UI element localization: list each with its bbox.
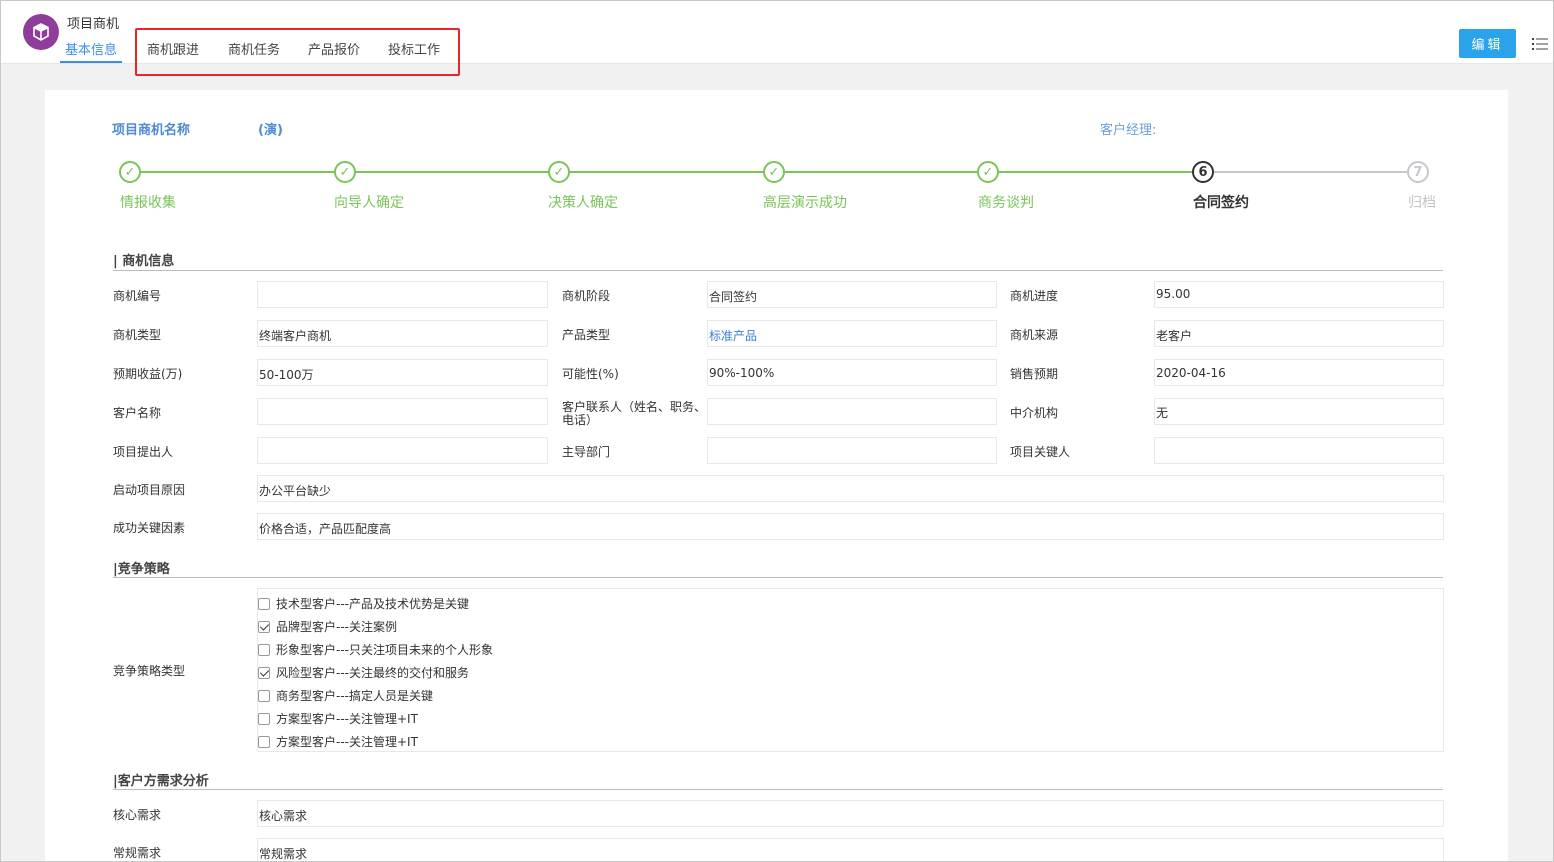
step-label: 决策人确定 [548, 195, 618, 211]
strategy-option[interactable]: 形象型客户---只关注项目未来的个人形象 [258, 641, 493, 658]
option-label: 形象型客户---只关注项目未来的个人形象 [276, 643, 493, 657]
field-label: 核心需求 [113, 808, 162, 822]
step-label: 商务谈判 [978, 195, 1034, 211]
product-type-link[interactable]: 标准产品 [707, 320, 997, 347]
field-label: 常规需求 [113, 846, 162, 860]
key-person-field[interactable] [1154, 437, 1444, 464]
section-title-info: | 商机信息 [113, 254, 175, 269]
strategy-option[interactable]: 技术型客户---产品及技术优势是关键 [258, 595, 469, 612]
section-title-strategy: |竞争策略 [113, 562, 170, 577]
possibility-field[interactable]: 90%-100% [707, 359, 997, 386]
field-label: 可能性(%) [562, 367, 619, 381]
checkbox-checked[interactable] [258, 620, 270, 633]
step-5-check-icon: ✓ [977, 161, 999, 183]
strategy-option[interactable]: 方案型客户---关注管理+IT [258, 733, 418, 750]
option-label: 方案型客户---关注管理+IT [276, 735, 418, 749]
checkbox[interactable] [258, 735, 270, 748]
progress-field[interactable]: 95.00 [1154, 281, 1444, 308]
contact-field[interactable] [707, 398, 997, 425]
step-6-number: 6 [1192, 161, 1214, 183]
strategy-option[interactable]: 品牌型客户---关注案例 [258, 618, 397, 635]
success-factor-field[interactable]: 价格合适，产品匹配度高 [257, 513, 1444, 540]
section-divider [113, 270, 1443, 271]
field-label: 中介机构 [1010, 406, 1059, 420]
project-name-label: 项目商机名称 [112, 123, 191, 138]
field-label: 客户名称 [113, 406, 162, 420]
stage-field[interactable]: 合同签约 [707, 281, 997, 308]
section-divider [113, 789, 1443, 790]
option-label: 品牌型客户---关注案例 [276, 620, 397, 634]
checkbox[interactable] [258, 597, 270, 610]
checkbox[interactable] [258, 689, 270, 702]
biz-no-field[interactable] [257, 281, 548, 308]
step-3-check-icon: ✓ [548, 161, 570, 183]
option-label: 商务型客户---搞定人员是关键 [276, 689, 433, 703]
field-label-contact: 客户联系人（姓名、职务、 [562, 400, 707, 414]
step-label: 情报收集 [120, 195, 176, 211]
list-menu-icon[interactable] [1532, 37, 1548, 51]
reason-field[interactable]: 办公平台缺少 [257, 475, 1444, 502]
field-label: 项目提出人 [113, 445, 174, 459]
edit-button[interactable]: 编辑 [1459, 29, 1516, 58]
checkbox-checked[interactable] [258, 666, 270, 679]
field-label: 项目关键人 [1010, 445, 1071, 459]
tab-basic-info[interactable]: 基本信息 [60, 39, 122, 63]
field-label: 主导部门 [562, 445, 611, 459]
option-label: 技术型客户---产品及技术优势是关键 [276, 597, 469, 611]
step-label: 高层演示成功 [763, 195, 847, 211]
step-7-number: 7 [1407, 161, 1429, 183]
option-label: 方案型客户---关注管理+IT [276, 712, 418, 726]
strategy-option[interactable]: 商务型客户---搞定人员是关键 [258, 687, 433, 704]
department-field[interactable] [707, 437, 997, 464]
option-label: 风险型客户---关注最终的交付和服务 [276, 666, 469, 680]
manager-label: 客户经理: [1100, 123, 1157, 138]
field-label: 启动项目原因 [113, 483, 186, 497]
step-2-check-icon: ✓ [334, 161, 356, 183]
stepper-progress-line [141, 171, 1193, 173]
field-label: 竞争策略类型 [113, 664, 186, 678]
step-label-current: 合同签约 [1193, 195, 1249, 211]
proposer-field[interactable] [257, 437, 548, 464]
step-label: 向导人确定 [334, 195, 404, 211]
field-label: 商机编号 [113, 289, 162, 303]
tab-quote[interactable]: 产品报价 [308, 39, 360, 58]
step-1-check-icon: ✓ [119, 161, 141, 183]
normal-needs-field[interactable]: 常规需求 [257, 838, 1444, 862]
stepper-remaining-line [1214, 171, 1407, 173]
field-label: 预期收益(万) [113, 367, 183, 381]
field-label: 销售预期 [1010, 367, 1059, 381]
field-label-contact-line2: 电话） [562, 413, 599, 427]
field-label: 商机来源 [1010, 328, 1059, 342]
field-label: 产品类型 [562, 328, 611, 342]
revenue-field[interactable]: 50-100万 [257, 359, 548, 386]
app-title: 项目商机 [67, 17, 120, 32]
step-label: 归档 [1408, 195, 1436, 211]
customer-field[interactable] [257, 398, 548, 425]
top-header: 项目商机 基本信息 商机跟进 商机任务 产品报价 投标工作 编辑 [0, 0, 1554, 76]
project-name-value: (演) [258, 123, 283, 138]
tab-tasks[interactable]: 商机任务 [228, 39, 280, 58]
strategy-option[interactable]: 风险型客户---关注最终的交付和服务 [258, 664, 469, 681]
field-label: 商机类型 [113, 328, 162, 342]
source-field[interactable]: 老客户 [1154, 320, 1444, 347]
checkbox[interactable] [258, 643, 270, 656]
tab-followup[interactable]: 商机跟进 [147, 39, 199, 58]
sales-date-field[interactable]: 2020-04-16 [1154, 359, 1444, 386]
step-4-check-icon: ✓ [763, 161, 785, 183]
tab-bidding[interactable]: 投标工作 [388, 39, 440, 58]
field-label: 商机进度 [1010, 289, 1059, 303]
field-label: 成功关键因素 [113, 521, 186, 535]
biz-type-field[interactable]: 终端客户商机 [257, 320, 548, 347]
agency-field[interactable]: 无 [1154, 398, 1444, 425]
checkbox[interactable] [258, 712, 270, 725]
section-title-needs: |客户方需求分析 [113, 774, 209, 789]
core-needs-field[interactable]: 核心需求 [257, 800, 1444, 827]
field-label: 商机阶段 [562, 289, 611, 303]
strategy-option[interactable]: 方案型客户---关注管理+IT [258, 710, 418, 727]
cube-icon [23, 14, 59, 50]
section-divider [113, 577, 1443, 578]
